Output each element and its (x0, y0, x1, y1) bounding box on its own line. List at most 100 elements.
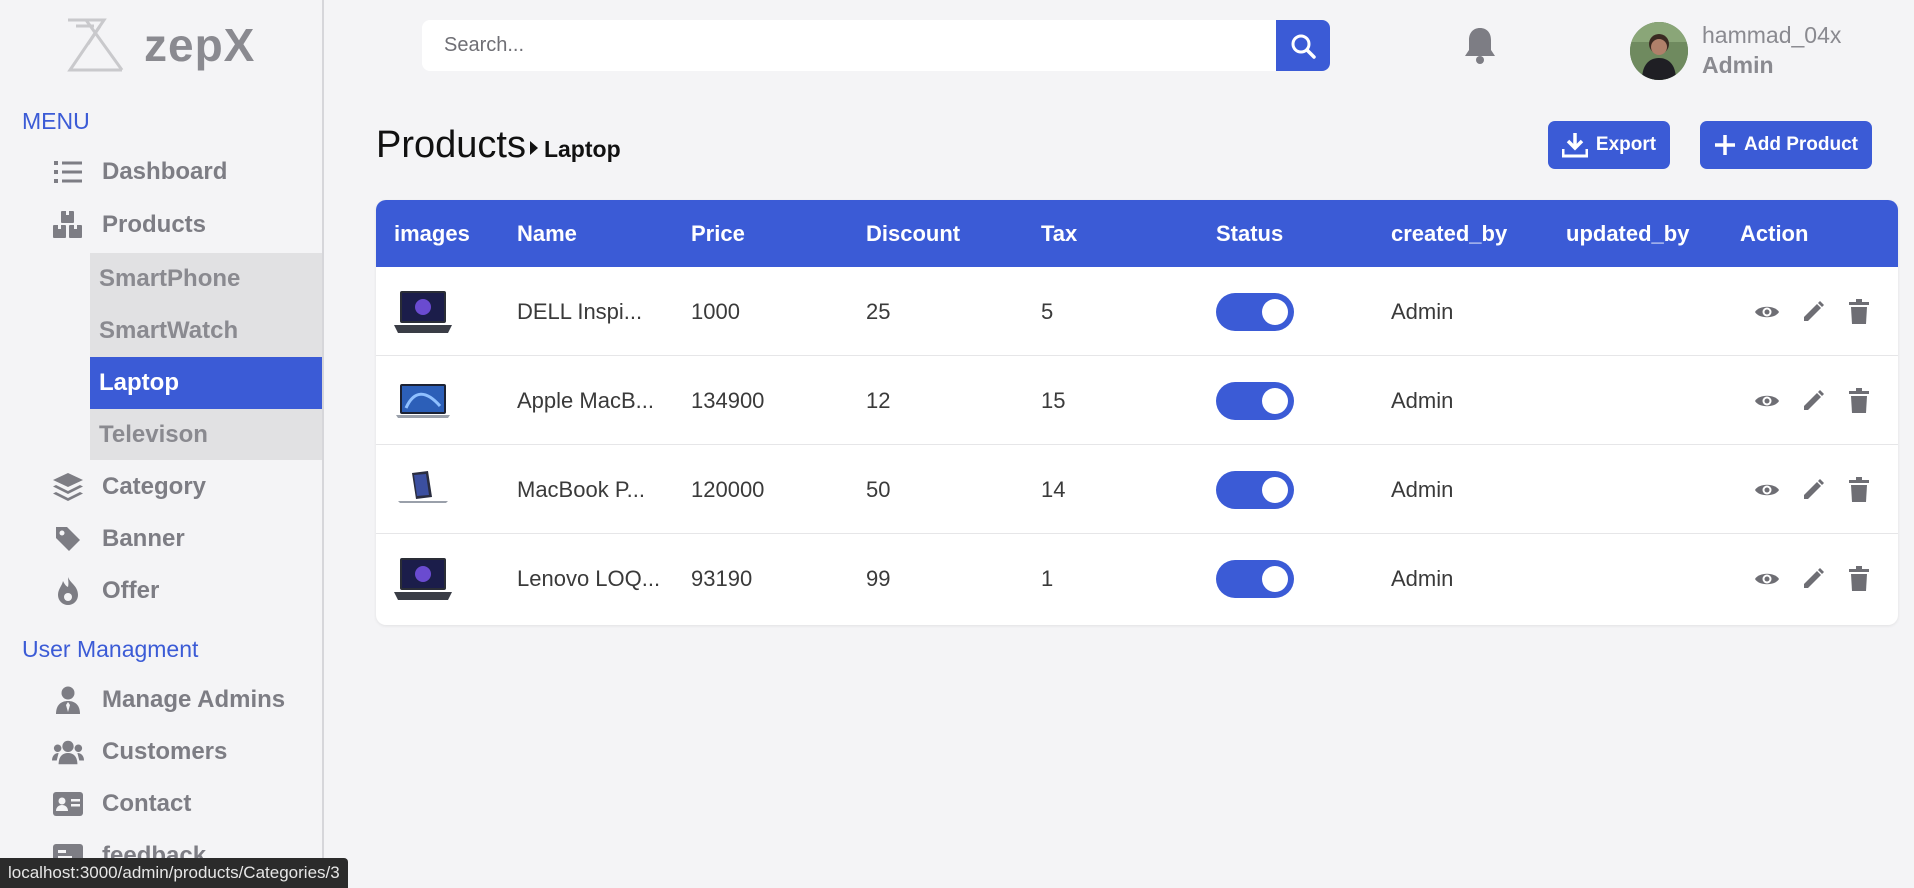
sidebar-item-offer[interactable]: Offer (52, 571, 159, 611)
plus-icon (1714, 134, 1736, 156)
sidebar-item-manage-admins[interactable]: Manage Admins (52, 680, 285, 720)
user-role: Admin (1702, 52, 1774, 78)
brand-logo[interactable]: zepX (64, 16, 255, 74)
user-tie-icon (52, 684, 84, 716)
status-toggle[interactable] (1216, 559, 1294, 598)
edit-icon[interactable] (1798, 564, 1828, 594)
product-tax: 5 (1041, 298, 1054, 324)
user-management-heading: User Managment (22, 636, 199, 662)
product-name: Apple MacB... (517, 387, 654, 413)
brand-name: zepX (144, 19, 256, 71)
toggle-knob (1262, 298, 1288, 325)
table-row: Lenovo LOQ... 93190 99 1 Admin (376, 534, 1898, 623)
caret-right-icon (529, 141, 538, 155)
sidebar-item-label: Banner (102, 525, 185, 552)
status-toggle[interactable] (1216, 381, 1294, 420)
table-row: DELL Inspi... 1000 25 5 Admin (376, 267, 1898, 356)
row-actions (1752, 356, 1890, 445)
submenu-item-laptop[interactable]: Laptop (90, 357, 322, 409)
submenu-item-televison[interactable]: Televison (90, 409, 322, 461)
sidebar-item-label: Dashboard (102, 158, 228, 185)
edit-icon[interactable] (1798, 475, 1828, 505)
status-toggle[interactable] (1216, 470, 1294, 509)
search-button[interactable] (1276, 20, 1330, 71)
search-icon (1291, 34, 1316, 59)
trash-icon[interactable] (1844, 564, 1874, 594)
search-input[interactable] (422, 20, 1278, 71)
product-name: MacBook P... (517, 476, 645, 502)
product-image[interactable] (394, 445, 452, 534)
toggle-knob (1262, 476, 1288, 503)
laptop-thumbnail (394, 557, 452, 600)
submenu-item-smartphone[interactable]: SmartPhone (90, 253, 322, 305)
sidebar-item-customers[interactable]: Customers (52, 732, 227, 772)
avatar[interactable] (1630, 22, 1688, 80)
sidebar-item-banner[interactable]: Banner (52, 519, 185, 559)
product-tax: 1 (1041, 565, 1054, 591)
layers-icon (52, 471, 84, 503)
column-header-tax[interactable]: Tax (1041, 200, 1077, 267)
edit-icon[interactable] (1798, 297, 1828, 327)
product-image[interactable] (394, 534, 452, 623)
row-actions (1752, 534, 1890, 623)
product-discount: 50 (866, 476, 891, 502)
product-price: 93190 (691, 565, 753, 591)
sidebar-item-label: Offer (102, 577, 160, 604)
product-discount: 25 (866, 298, 891, 324)
column-header-action: Action (1740, 220, 1809, 246)
column-header-status[interactable]: Status (1216, 200, 1283, 267)
product-created-by: Admin (1391, 387, 1454, 413)
export-button[interactable]: Export (1548, 121, 1670, 169)
column-header-discount[interactable]: Discount (866, 200, 960, 267)
eye-icon[interactable] (1752, 386, 1782, 416)
product-image[interactable] (394, 267, 452, 356)
table-header: images Name Price Discount Tax Status cr… (376, 200, 1898, 267)
submenu-item-smartwatch[interactable]: SmartWatch (90, 305, 322, 357)
trash-icon[interactable] (1844, 475, 1874, 505)
eye-icon[interactable] (1752, 564, 1782, 594)
logo-icon (67, 18, 124, 72)
product-name: Lenovo LOQ... (517, 565, 661, 591)
column-header-images[interactable]: images (394, 200, 470, 267)
toggle-knob (1262, 565, 1288, 592)
users-icon (52, 736, 84, 768)
column-header-updated-by[interactable]: updated_by (1566, 200, 1689, 267)
laptop-thumbnail (398, 470, 448, 503)
products-submenu: SmartPhone SmartWatch Laptop Televison (90, 253, 322, 461)
sidebar-item-category[interactable]: Category (52, 467, 206, 507)
row-actions (1752, 267, 1890, 356)
column-header-price[interactable]: Price (691, 200, 745, 267)
search-bar (422, 20, 1330, 71)
sidebar-item-products[interactable]: Products (52, 205, 206, 245)
trash-icon[interactable] (1844, 386, 1874, 416)
menu-heading: MENU (22, 108, 90, 134)
boxes-icon (52, 209, 84, 241)
product-created-by: Admin (1391, 565, 1454, 591)
sidebar-item-contact[interactable]: Contact (52, 784, 191, 824)
page-title: Products Laptop (376, 124, 621, 167)
bell-icon[interactable] (1462, 26, 1498, 64)
product-image[interactable] (394, 356, 452, 445)
column-header-name[interactable]: Name (517, 200, 577, 267)
add-product-label: Add Product (1744, 134, 1858, 155)
product-price: 120000 (691, 476, 765, 502)
sidebar-item-dashboard[interactable]: Dashboard (52, 152, 227, 192)
edit-icon[interactable] (1798, 386, 1828, 416)
row-actions (1752, 445, 1890, 534)
product-discount: 12 (866, 387, 891, 413)
status-cell (1216, 534, 1294, 623)
download-icon (1561, 132, 1588, 158)
eye-icon[interactable] (1752, 297, 1782, 327)
column-header-created-by[interactable]: created_by (1391, 200, 1507, 267)
breadcrumb-current: Laptop (543, 136, 621, 162)
sidebar-item-label: Category (102, 473, 207, 500)
browser-status-url: localhost:3000/admin/products/Categories… (0, 858, 348, 888)
table-row: Apple MacB... 134900 12 15 Admin (376, 356, 1898, 445)
fire-icon (52, 575, 84, 607)
trash-icon[interactable] (1844, 297, 1874, 327)
toggle-knob (1262, 387, 1288, 414)
add-product-button[interactable]: Add Product (1700, 121, 1872, 169)
eye-icon[interactable] (1752, 475, 1782, 505)
status-toggle[interactable] (1216, 292, 1294, 331)
product-tax: 15 (1041, 387, 1066, 413)
